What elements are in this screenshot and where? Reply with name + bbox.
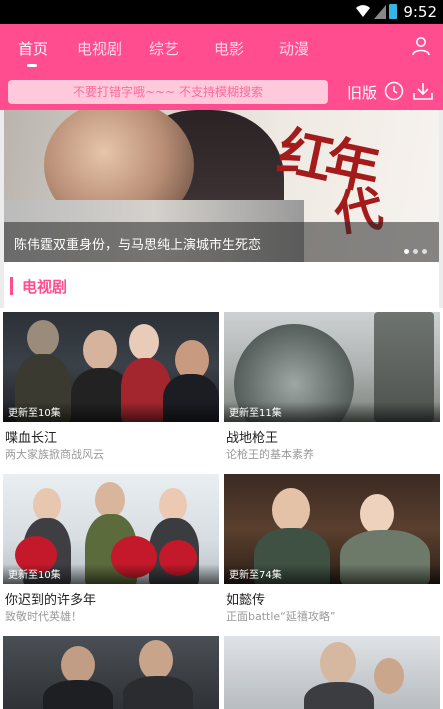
video-thumbnail: 更新至10集 — [3, 474, 219, 584]
pager-dot — [413, 249, 418, 254]
video-card[interactable] — [224, 636, 440, 709]
episode-badge: 更新至10集 — [8, 570, 61, 581]
episode-badge-bg: 更新至74集 — [224, 564, 440, 584]
video-title: 战地枪王 — [226, 431, 279, 446]
banner-pager-dots — [400, 239, 427, 258]
tab-variety[interactable]: 综艺 — [149, 38, 179, 59]
video-title: 你迟到的许多年 — [5, 593, 97, 608]
thumb-face — [83, 330, 117, 370]
video-description: 论枪王的基本素养 — [226, 448, 314, 461]
wifi-icon — [356, 5, 370, 17]
video-thumbnail: 更新至74集 — [224, 474, 440, 584]
download-icon[interactable] — [412, 81, 434, 101]
active-tab-indicator — [27, 64, 37, 67]
pager-dot — [422, 249, 427, 254]
section-title[interactable]: 电视剧 — [22, 276, 67, 297]
video-thumbnail: 更新至11集 — [224, 312, 440, 422]
thumb-figure — [43, 680, 113, 709]
episode-badge-bg: 更新至10集 — [3, 564, 219, 584]
episode-badge-bg: 更新至10集 — [3, 402, 219, 422]
episode-badge: 更新至74集 — [229, 570, 282, 581]
thumb-face — [374, 658, 404, 694]
search-input[interactable]: 不要打错字哦~~~ 不支持模糊搜索 — [8, 80, 328, 104]
episode-badge: 更新至10集 — [8, 408, 61, 419]
thumb-face — [320, 642, 356, 684]
history-clock-icon[interactable] — [384, 81, 404, 101]
thumb-face — [61, 646, 95, 684]
old-version-button[interactable]: 旧版 — [347, 82, 377, 103]
thumb-face — [129, 324, 159, 360]
top-bar: 首页 电视剧 综艺 电影 动漫 不要打错字哦~~~ 不支持模糊搜索 旧版 — [0, 24, 443, 110]
status-bar: 9:52 — [0, 0, 443, 24]
thumb-face — [33, 488, 61, 522]
signal-icon — [374, 5, 386, 19]
category-tabs: 首页 电视剧 综艺 电影 动漫 — [0, 24, 443, 70]
video-title: 如懿传 — [226, 593, 266, 608]
tv-series-grid: 更新至10集 喋血长江 两大家族掀商战风云 更新至11集 战地枪王 论枪王的基本… — [0, 308, 443, 709]
video-card[interactable]: 更新至11集 战地枪王 论枪王的基本素养 — [224, 312, 440, 461]
clock-time: 9:52 — [403, 3, 437, 21]
thumb-figure — [123, 676, 193, 709]
video-description: 正面battle“延禧攻略” — [226, 610, 336, 623]
tab-anime[interactable]: 动漫 — [279, 38, 309, 59]
featured-banner[interactable]: 红年 代 陈伟霆双重身份，与马思纯上演城市生死恋 — [4, 110, 439, 262]
video-title: 喋血长江 — [5, 431, 58, 446]
video-thumbnail — [224, 636, 440, 709]
thumb-face — [360, 494, 394, 534]
tab-home[interactable]: 首页 — [18, 38, 48, 59]
video-description: 致敬时代英雄！ — [5, 610, 82, 623]
video-thumbnail — [3, 636, 219, 709]
thumb-face — [159, 488, 187, 522]
pager-dot — [404, 249, 409, 254]
thumb-face — [139, 640, 173, 680]
thumb-face — [95, 482, 125, 518]
section-header-tv: 电视剧 — [4, 262, 439, 308]
video-thumbnail: 更新至10集 — [3, 312, 219, 422]
video-description: 两大家族掀商战风云 — [5, 448, 104, 461]
tab-movie[interactable]: 电影 — [214, 38, 244, 59]
user-icon[interactable] — [411, 36, 431, 56]
video-card[interactable]: 更新至10集 喋血长江 两大家族掀商战风云 — [3, 312, 219, 461]
thumb-face — [27, 320, 59, 356]
tab-tv-series[interactable]: 电视剧 — [77, 38, 122, 59]
video-card[interactable] — [3, 636, 219, 709]
thumb-face — [272, 488, 310, 532]
episode-badge: 更新至11集 — [229, 408, 282, 419]
thumb-figure — [304, 682, 374, 709]
video-card[interactable]: 更新至74集 如懿传 正面battle“延禧攻略” — [224, 474, 440, 623]
episode-badge-bg: 更新至11集 — [224, 402, 440, 422]
video-card[interactable]: 更新至10集 你迟到的许多年 致敬时代英雄！ — [3, 474, 219, 623]
section-accent-bar — [10, 277, 13, 295]
battery-icon — [389, 4, 397, 19]
banner-caption: 陈伟霆双重身份，与马思纯上演城市生死恋 — [14, 238, 262, 253]
